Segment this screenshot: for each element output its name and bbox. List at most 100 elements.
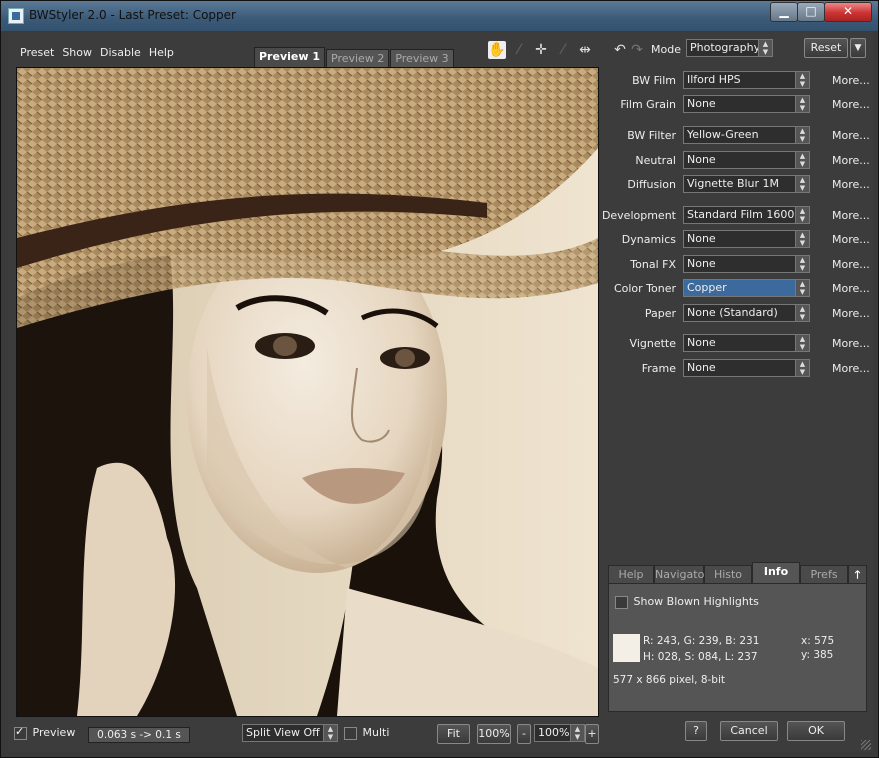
development-select[interactable]: Standard Film 1600 ▲ ▼ bbox=[683, 206, 810, 224]
diffusion-select[interactable]: Vignette Blur 1M ▲ ▼ bbox=[683, 175, 810, 193]
frame-value: None bbox=[687, 361, 716, 374]
undo-icon[interactable]: ↶ bbox=[611, 41, 629, 59]
tab-preview-2[interactable]: Preview 2 bbox=[326, 49, 390, 68]
bw-film-select[interactable]: Ilford HPS ▲ ▼ bbox=[683, 71, 810, 89]
multi-checkbox[interactable] bbox=[344, 726, 357, 740]
close-button[interactable]: ✕ bbox=[824, 2, 872, 22]
resize-grip-icon[interactable] bbox=[861, 740, 871, 750]
neutral-select[interactable]: None ▲ ▼ bbox=[683, 151, 810, 169]
param-label: Color Toner bbox=[613, 282, 676, 295]
arrow-up-icon[interactable]: 🡑 bbox=[848, 565, 867, 585]
more-link-vignette[interactable]: More... bbox=[832, 337, 870, 350]
reset-dropdown-button[interactable]: ▼ bbox=[850, 38, 866, 58]
color-toner-value: Copper bbox=[687, 281, 727, 294]
zoom-100-button[interactable]: 100% bbox=[477, 724, 511, 744]
image-preview[interactable] bbox=[16, 67, 599, 717]
bw-filter-value: Yellow-Green bbox=[687, 128, 759, 141]
param-label: Neutral bbox=[635, 154, 676, 167]
more-link-development[interactable]: More... bbox=[832, 209, 870, 222]
tonal-fx-select[interactable]: None ▲ ▼ bbox=[683, 255, 810, 273]
more-link-diffusion[interactable]: More... bbox=[832, 178, 870, 191]
tab-preview-3[interactable]: Preview 3 bbox=[390, 49, 454, 68]
menu-preset[interactable]: Preset bbox=[20, 46, 54, 59]
more-link-neutral[interactable]: More... bbox=[832, 154, 870, 167]
tab-help[interactable]: Help bbox=[608, 565, 654, 585]
chevron-down-icon: ▼ bbox=[854, 43, 862, 53]
development-value: Standard Film 1600 bbox=[687, 208, 795, 221]
film-grain-select[interactable]: None ▲ ▼ bbox=[683, 95, 810, 113]
zoom-out-button[interactable]: - bbox=[517, 724, 531, 744]
spinner-arrows-icon: ▲ ▼ bbox=[795, 360, 809, 376]
param-row-vignette: Vignette None ▲ ▼ More... bbox=[608, 334, 870, 352]
menu-help[interactable]: Help bbox=[149, 46, 174, 59]
title-bar[interactable]: BWStyler 2.0 - Last Preset: Copper ▁ □ ✕ bbox=[1, 1, 878, 31]
dropper-icon[interactable]: ⁄ bbox=[510, 41, 528, 59]
spinner-arrows-icon: ▲ ▼ bbox=[795, 280, 809, 296]
tab-info[interactable]: Info bbox=[752, 562, 800, 585]
vignette-select[interactable]: None ▲ ▼ bbox=[683, 334, 810, 352]
mode-select[interactable]: Photography Mod ▲▼ bbox=[686, 39, 773, 57]
minimize-button[interactable]: ▁ bbox=[770, 2, 798, 22]
more-link-color-toner[interactable]: More... bbox=[832, 282, 870, 295]
param-label: Vignette bbox=[629, 337, 676, 350]
show-blown-row[interactable]: Show Blown Highlights bbox=[615, 595, 759, 609]
color-toner-select[interactable]: Copper ▲ ▼ bbox=[683, 279, 810, 297]
crosshair-icon[interactable]: ✛ bbox=[532, 41, 550, 59]
preview-checkbox-label: Preview bbox=[32, 726, 76, 739]
more-link-tonal-fx[interactable]: More... bbox=[832, 258, 870, 271]
spinner-arrows-icon: ▲ ▼ bbox=[795, 335, 809, 351]
tab-prefs[interactable]: Prefs bbox=[800, 565, 848, 585]
pencil-icon[interactable]: ⁄ bbox=[554, 41, 572, 59]
info-tab-content: Show Blown Highlights R: 243, G: 239, B:… bbox=[608, 583, 867, 712]
redo-icon[interactable]: ↷ bbox=[628, 41, 646, 59]
multi-label: Multi bbox=[362, 726, 390, 739]
spinner-arrows-icon: ▲ ▼ bbox=[795, 231, 809, 247]
client-area: Preset Show Disable Help Preview 1 Preview 2… bbox=[8, 32, 873, 752]
more-link-bw-filter[interactable]: More... bbox=[832, 129, 870, 142]
cancel-button[interactable]: Cancel bbox=[720, 721, 778, 741]
reset-button[interactable]: Reset bbox=[804, 38, 848, 58]
ok-button[interactable]: OK bbox=[787, 721, 845, 741]
more-link-paper[interactable]: More... bbox=[832, 307, 870, 320]
more-link-film-grain[interactable]: More... bbox=[832, 98, 870, 111]
menu-disable[interactable]: Disable bbox=[100, 46, 141, 59]
more-link-frame[interactable]: More... bbox=[832, 362, 870, 375]
tab-preview-1[interactable]: Preview 1 bbox=[254, 47, 325, 68]
param-row-film-grain: Film Grain None ▲ ▼ More... bbox=[608, 95, 870, 113]
show-blown-checkbox[interactable] bbox=[615, 595, 628, 609]
tab-histo[interactable]: Histo bbox=[704, 565, 752, 585]
tab-navigator[interactable]: Navigator bbox=[654, 565, 709, 585]
split-arrows-icon[interactable]: ⇹ bbox=[576, 41, 594, 59]
dynamics-select[interactable]: None ▲ ▼ bbox=[683, 230, 810, 248]
param-row-neutral: Neutral None ▲ ▼ More... bbox=[608, 151, 870, 169]
paper-select[interactable]: None (Standard) ▲ ▼ bbox=[683, 304, 810, 322]
maximize-button[interactable]: □ bbox=[797, 2, 825, 22]
frame-select[interactable]: None ▲ ▼ bbox=[683, 359, 810, 377]
spinner-arrows-icon: ▲ ▼ bbox=[795, 305, 809, 321]
portrait-image bbox=[17, 68, 598, 716]
help-button[interactable]: ? bbox=[685, 721, 707, 741]
param-row-development: Development Standard Film 1600 ▲ ▼ More... bbox=[602, 206, 870, 224]
menu-show[interactable]: Show bbox=[62, 46, 92, 59]
bw-filter-select[interactable]: Yellow-Green ▲ ▼ bbox=[683, 126, 810, 144]
preview-checkbox[interactable] bbox=[14, 725, 27, 740]
spinner-arrows-icon: ▲ ▼ bbox=[795, 127, 809, 143]
param-row-paper: Paper None (Standard) ▲ ▼ More... bbox=[608, 304, 870, 322]
fit-button[interactable]: Fit bbox=[437, 724, 470, 744]
spinner-arrows-icon: ▲ ▼ bbox=[795, 96, 809, 112]
multi-toggle[interactable]: Multi bbox=[344, 726, 389, 740]
preview-toggle[interactable]: Preview bbox=[14, 725, 76, 740]
zoom-select[interactable]: 100% ▲ ▼ bbox=[534, 724, 585, 742]
hand-icon[interactable]: ✋ bbox=[488, 41, 506, 59]
vignette-value: None bbox=[687, 336, 716, 349]
more-link-dynamics[interactable]: More... bbox=[832, 233, 870, 246]
zoom-in-button[interactable]: + bbox=[585, 724, 599, 744]
spinner-arrows-icon: ▲ ▼ bbox=[795, 72, 809, 88]
param-row-bw-filter: BW Filter Yellow-Green ▲ ▼ More... bbox=[608, 126, 870, 144]
param-label: Diffusion bbox=[627, 178, 676, 191]
more-link-bw-film[interactable]: More... bbox=[832, 74, 870, 87]
y-readout: y: 385 bbox=[801, 649, 834, 661]
param-label: BW Film bbox=[632, 74, 676, 87]
split-view-select[interactable]: Split View Off ▲ ▼ bbox=[242, 724, 338, 742]
param-label: Paper bbox=[644, 307, 676, 320]
